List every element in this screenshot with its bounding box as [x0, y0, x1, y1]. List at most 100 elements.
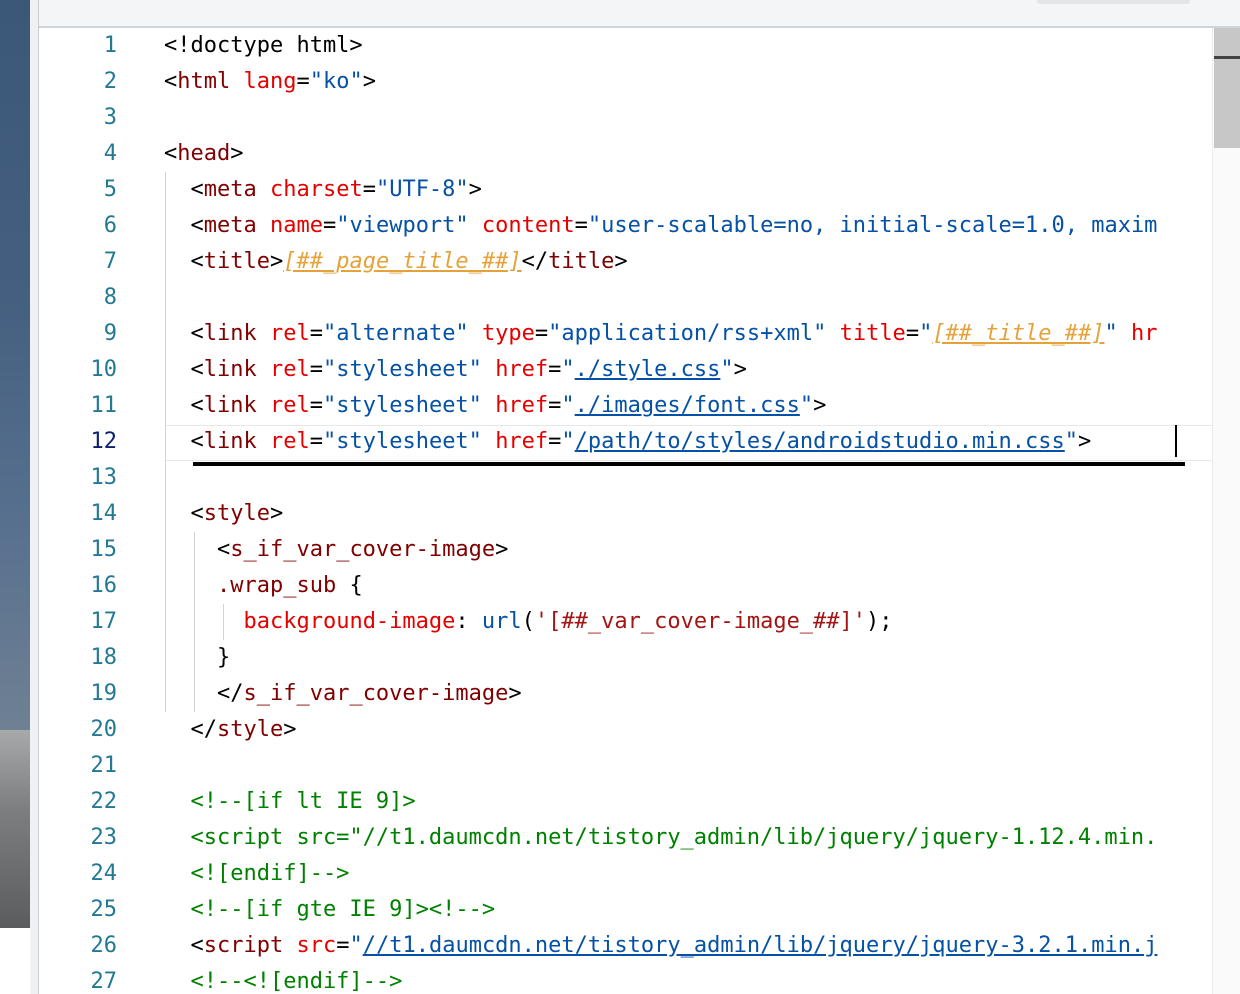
code-token: " — [561, 429, 575, 454]
code-line[interactable]: 5 <meta charset="UTF-8"> — [39, 172, 1212, 208]
vertical-scrollbar[interactable] — [1212, 28, 1240, 994]
code-token: < — [164, 177, 204, 202]
line-number: 6 — [103, 213, 117, 238]
code-line[interactable]: 18 } — [39, 640, 1212, 676]
code-token: ( — [521, 609, 535, 634]
code-line[interactable]: 20 </style> — [39, 712, 1212, 748]
code-token: [##_title_##] — [932, 321, 1105, 346]
line-number: 2 — [103, 69, 117, 94]
code-line[interactable]: 26 <script src="//t1.daumcdn.net/tistory… — [39, 928, 1212, 964]
code-text: <link rel="alternate" type="application/… — [164, 316, 1157, 352]
code-token: " — [1104, 321, 1118, 346]
code-text: <link rel="stylesheet" href="./images/fo… — [164, 388, 826, 424]
code-token: '[##_var_cover-image_##]' — [534, 609, 867, 634]
code-token: = — [362, 177, 376, 202]
code-line[interactable]: 11 <link rel="stylesheet" href="./images… — [39, 388, 1212, 424]
code-token: " — [561, 357, 575, 382]
code-token: "application/rss+xml" — [548, 321, 827, 346]
code-token: > — [813, 393, 827, 418]
code-token: link — [203, 429, 257, 454]
toolbar-button[interactable] — [1037, 0, 1190, 4]
code-line[interactable]: 23 <script src="//t1.daumcdn.net/tistory… — [39, 820, 1212, 856]
code-line[interactable]: 9 <link rel="alternate" type="applicatio… — [39, 316, 1212, 352]
code-token: type — [481, 321, 535, 346]
code-line[interactable]: 8 — [39, 280, 1212, 316]
code-token: meta — [203, 177, 257, 202]
code-line[interactable]: 6 <meta name="viewport" content="user-sc… — [39, 208, 1212, 244]
code-text: <head> — [164, 136, 243, 172]
code-token: > — [1078, 429, 1092, 454]
code-line[interactable]: 3 — [39, 100, 1212, 136]
code-token: <!--<![endif]--> — [164, 969, 403, 994]
code-token: ./style.css — [574, 357, 721, 382]
code-text: <s_if_var_cover-image> — [164, 532, 508, 568]
code-token: > — [614, 249, 628, 274]
code-token: src — [296, 933, 337, 958]
code-token: html — [177, 69, 231, 94]
code-token: ); — [866, 609, 893, 634]
code-token: link — [203, 321, 257, 346]
code-token: : — [455, 609, 482, 634]
code-token: head — [177, 141, 231, 166]
code-text: } — [164, 640, 230, 676]
code-text: </s_if_var_cover-image> — [164, 676, 522, 712]
code-text: <link rel="stylesheet" href="/path/to/st… — [164, 424, 1091, 460]
code-token: link — [203, 357, 257, 382]
code-line[interactable]: 15 <s_if_var_cover-image> — [39, 532, 1212, 568]
code-token: <script src="//t1.daumcdn.net/tistory_ad… — [164, 825, 1158, 850]
code-line[interactable]: 7 <title>[##_page_title_##]</title> — [39, 244, 1212, 280]
code-token: background-image — [243, 609, 456, 634]
code-text: <html lang="ko"> — [164, 64, 376, 100]
code-editor[interactable]: 1 <!doctype html> 2 <html lang="ko"> 3 4 <head… — [39, 28, 1212, 994]
code-text: <![endif]--> — [164, 856, 349, 892]
code-token: href — [495, 393, 549, 418]
line-number: 5 — [103, 177, 117, 202]
code-token: " — [919, 321, 933, 346]
code-line[interactable]: 21 — [39, 748, 1212, 784]
code-line[interactable]: 24 <![endif]--> — [39, 856, 1212, 892]
code-token: = — [905, 321, 920, 346]
code-text: <!--[if lt IE 9]> — [164, 784, 416, 820]
code-token: rel — [269, 393, 310, 418]
code-line[interactable]: 1 <!doctype html> — [39, 28, 1212, 64]
code-token: charset — [269, 177, 363, 202]
line-number: 18 — [90, 645, 118, 670]
code-line[interactable]: 14 <style> — [39, 496, 1212, 532]
code-token: < — [164, 321, 204, 346]
code-token: " — [720, 357, 734, 382]
code-token: <![endif]--> — [164, 861, 350, 886]
code-token: rel — [269, 429, 310, 454]
code-token: = — [336, 933, 350, 958]
code-token: < — [164, 141, 178, 166]
code-line[interactable]: 17 background-image: url('[##_var_cover-… — [39, 604, 1212, 640]
code-token: = — [296, 69, 310, 94]
code-token: script — [203, 933, 284, 958]
line-number: 8 — [103, 285, 117, 310]
code-line[interactable]: 22 <!--[if lt IE 9]> — [39, 784, 1212, 820]
code-line[interactable]: 4 <head> — [39, 136, 1212, 172]
code-token: <!--[if lt IE 9]> — [164, 789, 416, 814]
code-line[interactable]: 27 <!--<![endif]--> — [39, 964, 1212, 994]
code-line[interactable]: 2 <html lang="ko"> — [39, 64, 1212, 100]
code-text: <title>[##_page_title_##]</title> — [164, 244, 628, 280]
code-line[interactable]: 25 <!--[if gte IE 9]><!--> — [39, 892, 1212, 928]
code-line[interactable]: 12 <link rel="stylesheet" href="/path/to… — [39, 424, 1212, 460]
code-token: "stylesheet" — [322, 429, 482, 454]
code-line[interactable]: 16 .wrap_sub { — [39, 568, 1212, 604]
code-text: </style> — [164, 712, 296, 748]
code-token: > — [230, 141, 244, 166]
code-token: < — [164, 357, 204, 382]
code-token: = — [574, 213, 588, 238]
scrollbar-thumb[interactable] — [1214, 28, 1240, 148]
code-line[interactable]: 19 </s_if_var_cover-image> — [39, 676, 1212, 712]
code-token: .wrap_sub — [216, 573, 337, 598]
code-line[interactable]: 10 <link rel="stylesheet" href="./style.… — [39, 352, 1212, 388]
code-token: " — [349, 933, 363, 958]
code-token: <!doctype html> — [164, 33, 363, 58]
